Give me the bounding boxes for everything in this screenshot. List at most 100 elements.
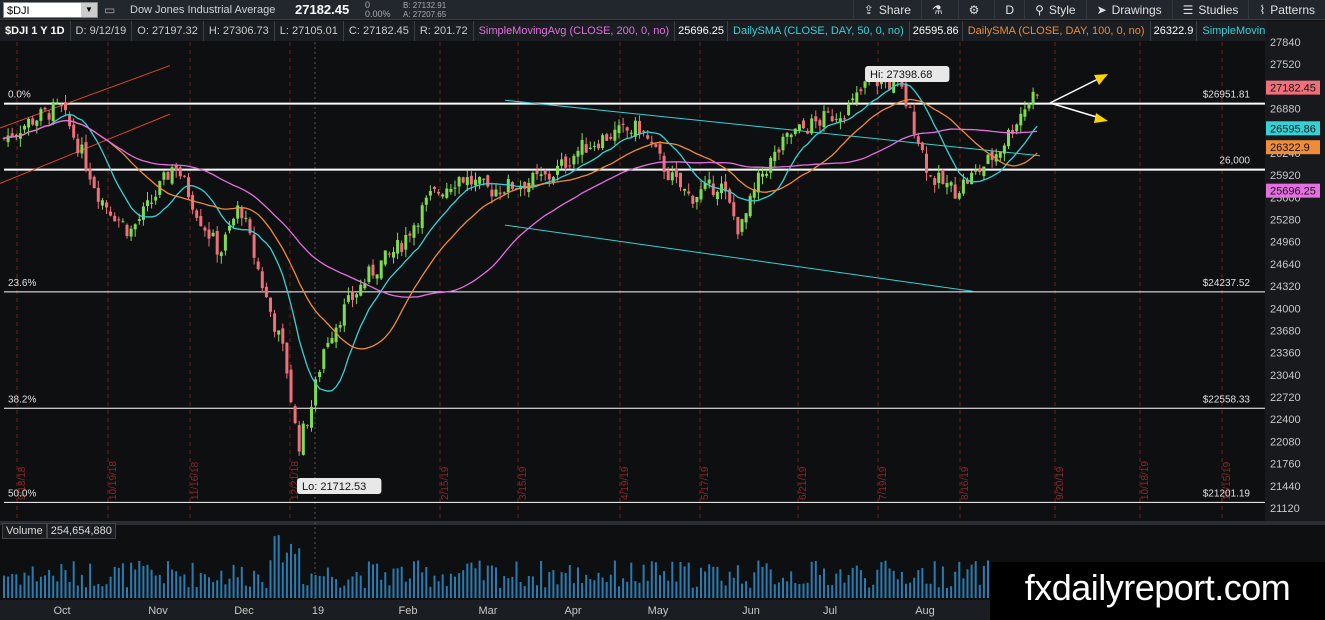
volume-bar xyxy=(552,570,555,598)
volume-bar xyxy=(175,571,178,598)
volume-bar xyxy=(322,576,325,598)
candle-body xyxy=(597,143,600,149)
volume-value: 254,654,880 xyxy=(46,523,116,539)
volume-bar xyxy=(773,584,776,598)
volume-bar xyxy=(724,585,727,598)
volume-bar xyxy=(167,561,169,598)
volume-bar xyxy=(585,574,588,598)
volume-bar xyxy=(142,565,145,598)
x-month-label: Apr xyxy=(564,605,581,617)
candle-body xyxy=(863,81,867,88)
volume-bar xyxy=(224,584,227,598)
date-marker-label: 8/16/19 xyxy=(960,466,971,500)
fib-level-value: 26,000 xyxy=(1219,156,1250,167)
y-tick-label: 25920 xyxy=(1270,170,1301,182)
candle-body xyxy=(478,176,482,184)
volume-bar xyxy=(359,575,362,598)
panel-divider[interactable] xyxy=(0,521,1325,525)
volume-bar xyxy=(876,569,879,598)
y-tick-label: 25280 xyxy=(1270,215,1301,227)
volume-bar xyxy=(823,568,825,598)
volume-bar xyxy=(105,584,108,598)
x-month-label: Mar xyxy=(479,605,498,617)
volume-bar xyxy=(52,575,55,598)
volume-bar xyxy=(872,584,875,598)
volume-bar xyxy=(265,587,268,598)
candle-body xyxy=(244,217,248,219)
candle-body xyxy=(84,142,88,171)
candle-body xyxy=(174,165,178,171)
volume-bar xyxy=(736,565,739,598)
candle-body xyxy=(859,89,863,92)
candle-body xyxy=(1035,94,1039,96)
candle-body xyxy=(154,196,158,201)
x-month-label: Nov xyxy=(148,605,168,617)
candle-body xyxy=(781,136,785,151)
volume-bar xyxy=(413,561,415,598)
volume-bar xyxy=(437,581,440,598)
volume-bar xyxy=(659,575,661,598)
candle-body xyxy=(240,208,244,219)
x-month-label: Dec xyxy=(234,605,254,617)
candle-body xyxy=(920,142,924,151)
volume-bar xyxy=(757,560,760,598)
volume-bar xyxy=(44,575,46,598)
high-callout-text: Hi: 27398.68 xyxy=(870,69,932,81)
volume-bar xyxy=(765,563,768,598)
candle-body xyxy=(531,172,535,186)
candle-body xyxy=(490,189,494,197)
candle-body xyxy=(293,406,297,424)
volume-bar xyxy=(851,567,854,598)
candle-body xyxy=(355,294,359,298)
candle-body xyxy=(978,168,982,173)
volume-bar xyxy=(540,560,543,598)
volume-bar xyxy=(868,587,871,598)
candle-body xyxy=(469,175,473,185)
candle-body xyxy=(256,261,260,270)
volume-bar xyxy=(408,578,411,598)
candle-body xyxy=(297,425,301,452)
candle-body xyxy=(457,177,461,187)
volume-bar xyxy=(786,581,789,598)
candle-body xyxy=(400,243,404,252)
candle-body xyxy=(31,118,35,125)
candle-body xyxy=(810,118,814,134)
candle-body xyxy=(55,102,59,104)
volume-bar xyxy=(982,565,985,598)
candle-body xyxy=(433,186,436,190)
y-tick-label: 27840 xyxy=(1270,37,1301,49)
volume-bar xyxy=(121,563,124,598)
candle-body xyxy=(953,184,957,199)
candle-body xyxy=(929,175,933,177)
price-chart[interactable]: 2784027520272002688026560262402592025600… xyxy=(0,0,1325,620)
candle-body xyxy=(502,192,506,194)
volume-bar xyxy=(929,583,932,598)
candle-body xyxy=(744,213,748,223)
candle-body xyxy=(428,191,432,196)
candle-body xyxy=(170,167,174,184)
candle-body xyxy=(252,234,256,258)
candle-body xyxy=(96,187,100,202)
candle-body xyxy=(834,118,838,120)
watermark-logo: fxdailyreport.com xyxy=(990,562,1325,620)
volume-bar xyxy=(626,581,629,598)
volume-bar xyxy=(613,560,616,598)
volume-bar xyxy=(507,578,510,598)
candle-body xyxy=(453,187,457,189)
volume-bar xyxy=(220,570,223,598)
volume-bar xyxy=(208,577,210,598)
candle-body xyxy=(137,219,141,221)
candle-body xyxy=(289,369,293,403)
volume-bar xyxy=(273,536,276,598)
volume-bar xyxy=(367,561,370,598)
volume-bar xyxy=(347,579,350,598)
volume-bar xyxy=(380,579,383,598)
candle-body xyxy=(367,266,371,282)
volume-bar xyxy=(158,574,161,598)
volume-bar xyxy=(704,571,707,598)
fib-level-value: $21201.19 xyxy=(1203,488,1251,499)
candle-body xyxy=(715,191,719,200)
volume-bar xyxy=(183,574,186,598)
volume-bar xyxy=(343,585,346,598)
candle-body xyxy=(27,118,31,128)
